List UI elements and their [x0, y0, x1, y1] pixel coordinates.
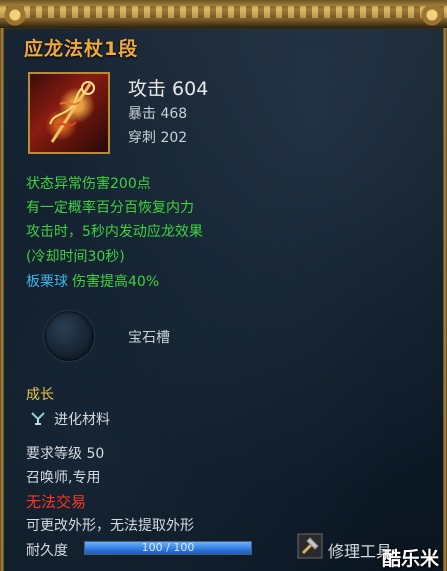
frame-left-border [0, 28, 4, 571]
ornate-frame-top [0, 0, 447, 29]
effect-line: 攻击时，5秒内发动应龙效果 [26, 224, 203, 240]
crit-stat: 暴击 468 [128, 106, 188, 122]
gem-socket-label: 宝石槽 [128, 330, 170, 346]
staff-icon-art [49, 81, 95, 143]
pierce-stat: 穿刺 202 [128, 130, 188, 146]
item-tooltip: 应龙法杖1段 攻击 604 暴击 468 穿刺 202 状态异常伤害200点 有… [0, 0, 447, 571]
effect-line: 有一定概率百分百恢复内力 [26, 200, 194, 216]
frame-corner-ornament [0, 0, 30, 30]
attack-stat: 攻击 604 [128, 78, 209, 100]
growth-title: 成长 [26, 387, 54, 403]
durability-text: 100 / 100 [141, 541, 195, 554]
watermark-text: 酷乐米 [381, 548, 439, 570]
gem-socket-icon[interactable] [44, 311, 94, 361]
staff-icon[interactable] [28, 72, 110, 154]
class-requirement: 召唤师,专用 [26, 470, 101, 486]
trade-status: 无法交易 [26, 493, 87, 511]
set-bonus-line: 板栗球 伤害提高40% [26, 271, 159, 291]
frame-right-border [443, 28, 447, 571]
set-bonus-text: 伤害提高40% [72, 274, 160, 290]
evolution-material-label: 进化材料 [54, 412, 110, 428]
appearance-note: 可更改外形，无法提取外形 [26, 518, 194, 534]
durability-bar: 100 / 100 [84, 541, 252, 555]
frame-corner-ornament [417, 0, 447, 30]
item-name: 应龙法杖1段 [24, 38, 139, 60]
evolution-material-icon [31, 412, 45, 425]
hammer-icon[interactable] [297, 533, 323, 559]
set-bonus-name: 板栗球 [26, 274, 68, 290]
durability-label: 耐久度 [26, 543, 68, 559]
level-requirement: 要求等级 50 [26, 446, 105, 462]
effect-line: (冷却时间30秒) [26, 249, 125, 265]
effect-line: 状态异常伤害200点 [26, 176, 151, 192]
